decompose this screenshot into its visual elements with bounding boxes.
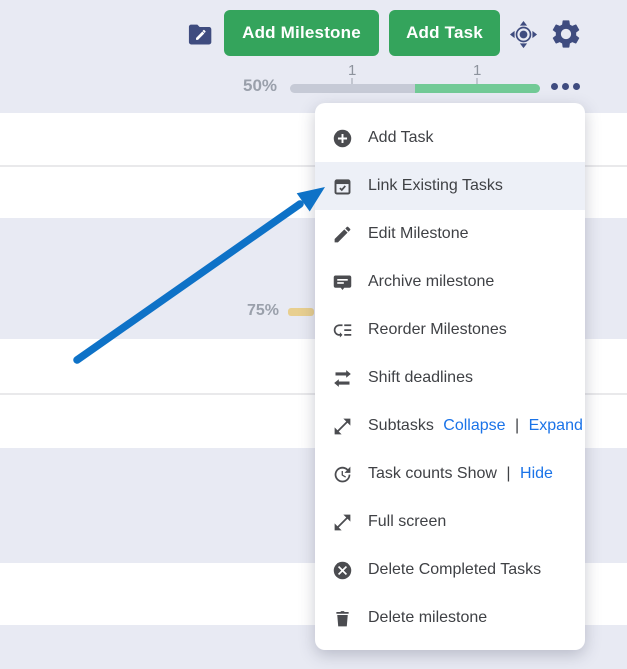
menu-item-label: Task counts Show | Hide <box>368 465 553 483</box>
add-milestone-button[interactable]: Add Milestone <box>224 10 379 56</box>
menu-item-add-task[interactable]: Add Task <box>315 114 585 162</box>
archive-note-icon <box>332 272 353 293</box>
remaining-task-count: 1 <box>348 62 356 79</box>
menu-item-reorder-milestones[interactable]: Reorder Milestones <box>315 306 585 354</box>
menu-item-task-counts-toggle[interactable]: Task counts Show | Hide <box>315 450 585 498</box>
menu-item-delete-completed-tasks[interactable]: Delete Completed Tasks <box>315 546 585 594</box>
expand-diagonal-icon <box>332 512 353 533</box>
settings-gear-icon[interactable] <box>549 17 583 51</box>
milestone-menu-dots-button[interactable] <box>551 83 580 90</box>
task-progress-percent: 75% <box>247 302 279 320</box>
menu-item-edit-milestone[interactable]: Edit Milestone <box>315 210 585 258</box>
reorder-milestones-icon <box>332 320 353 341</box>
menu-item-label: Archive milestone <box>368 273 494 291</box>
menu-item-label: Delete Completed Tasks <box>368 561 541 579</box>
done-task-count: 1 <box>473 62 481 79</box>
menu-item-label: Reorder Milestones <box>368 321 507 339</box>
add-task-button[interactable]: Add Task <box>389 10 500 56</box>
progress-done-segment <box>415 84 540 93</box>
milestone-context-menu: Add Task Link Existing Tasks Edit Milest… <box>315 103 585 650</box>
separator: | <box>515 417 519 434</box>
menu-item-label: Delete milestone <box>368 609 487 627</box>
menu-item-archive-milestone[interactable]: Archive milestone <box>315 258 585 306</box>
menu-item-full-screen[interactable]: Full screen <box>315 498 585 546</box>
subtasks-expand-link[interactable]: Expand <box>529 417 583 434</box>
cancel-circle-icon <box>332 560 353 581</box>
separator: | <box>506 465 510 482</box>
task-counts-show-text: Task counts Show <box>368 465 497 482</box>
milestone-progress-percent: 50% <box>243 76 277 96</box>
swap-arrows-icon <box>332 368 353 389</box>
add-circle-icon <box>332 128 353 149</box>
subtasks-collapse-link[interactable]: Collapse <box>443 417 505 434</box>
expand-diagonal-icon <box>332 416 353 437</box>
menu-item-label: Add Task <box>368 129 434 147</box>
task-counts-hide-link[interactable]: Hide <box>520 465 553 482</box>
menu-item-link-existing-tasks[interactable]: Link Existing Tasks <box>315 162 585 210</box>
pan-move-icon[interactable] <box>508 19 539 50</box>
pencil-icon <box>332 224 353 245</box>
milestone-progress-bar <box>290 84 540 93</box>
menu-item-label: Shift deadlines <box>368 369 473 387</box>
menu-item-shift-deadlines[interactable]: Shift deadlines <box>315 354 585 402</box>
trash-icon <box>332 608 353 629</box>
calendar-check-icon <box>332 176 353 197</box>
menu-item-label: Link Existing Tasks <box>368 177 503 195</box>
menu-item-subtasks-toggle[interactable]: Subtasks Collapse | Expand <box>315 402 585 450</box>
subtasks-text: Subtasks <box>368 417 434 434</box>
menu-item-label: Edit Milestone <box>368 225 469 243</box>
menu-item-delete-milestone[interactable]: Delete milestone <box>315 594 585 642</box>
task-progress-bar <box>288 308 314 316</box>
clock-update-icon <box>332 464 353 485</box>
menu-item-label: Full screen <box>368 513 446 531</box>
edit-folder-button[interactable] <box>186 20 214 48</box>
milestone-gantt-view: Add Milestone Add Task 50% 1 1 75% Add T… <box>0 0 627 669</box>
progress-remaining-segment <box>290 84 415 93</box>
menu-item-label: Subtasks Collapse | Expand <box>368 417 583 435</box>
